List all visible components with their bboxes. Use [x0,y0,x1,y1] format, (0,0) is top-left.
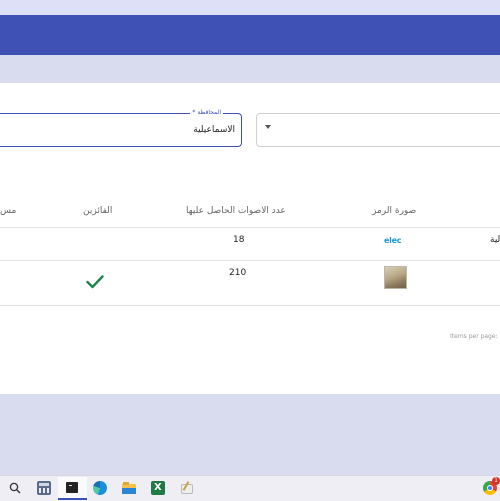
page-header-area [0,55,500,83]
search-icon[interactable] [8,481,22,495]
governorate-select[interactable]: المحافظة * الاسماعيلية [0,109,242,147]
name-cell: لية [490,235,500,245]
governorate-value: الاسماعيلية [193,125,235,135]
header-winners: الفائزين [83,206,113,216]
governorate-label: المحافظة * [190,109,223,117]
items-per-page-label: Items per page: [450,333,498,340]
window-top-strip [0,0,500,15]
paint-icon[interactable] [180,481,194,495]
row-divider [0,305,500,306]
excel-icon[interactable]: X [151,481,165,495]
winner-check-icon [86,275,104,289]
header-symbol-image: صورة الرمز [372,206,417,216]
votes-cell: 18 [233,235,245,245]
taskbar: X 1 [0,475,500,501]
second-select[interactable] [256,113,500,147]
dropdown-arrow-icon [265,125,271,129]
row-divider [0,260,500,261]
app-toolbar [0,15,500,55]
taskbar-active-slot [58,477,87,500]
results-card: المحافظة * الاسماعيلية مس الفائزين عدد ا… [0,83,500,394]
header-divider [0,227,500,228]
notification-badge: 1 [492,477,500,485]
calculator-icon[interactable] [37,481,51,495]
votes-cell: 210 [229,268,247,278]
symbol-thumbnail [384,266,407,289]
elec-logo: elec [384,236,402,245]
file-explorer-icon[interactable] [122,481,136,495]
terminal-icon[interactable] [66,482,78,493]
edge-icon[interactable] [93,481,107,495]
header-column-truncated: مس [0,206,17,216]
header-votes: عدد الاصوات الحاصل عليها [186,206,286,216]
